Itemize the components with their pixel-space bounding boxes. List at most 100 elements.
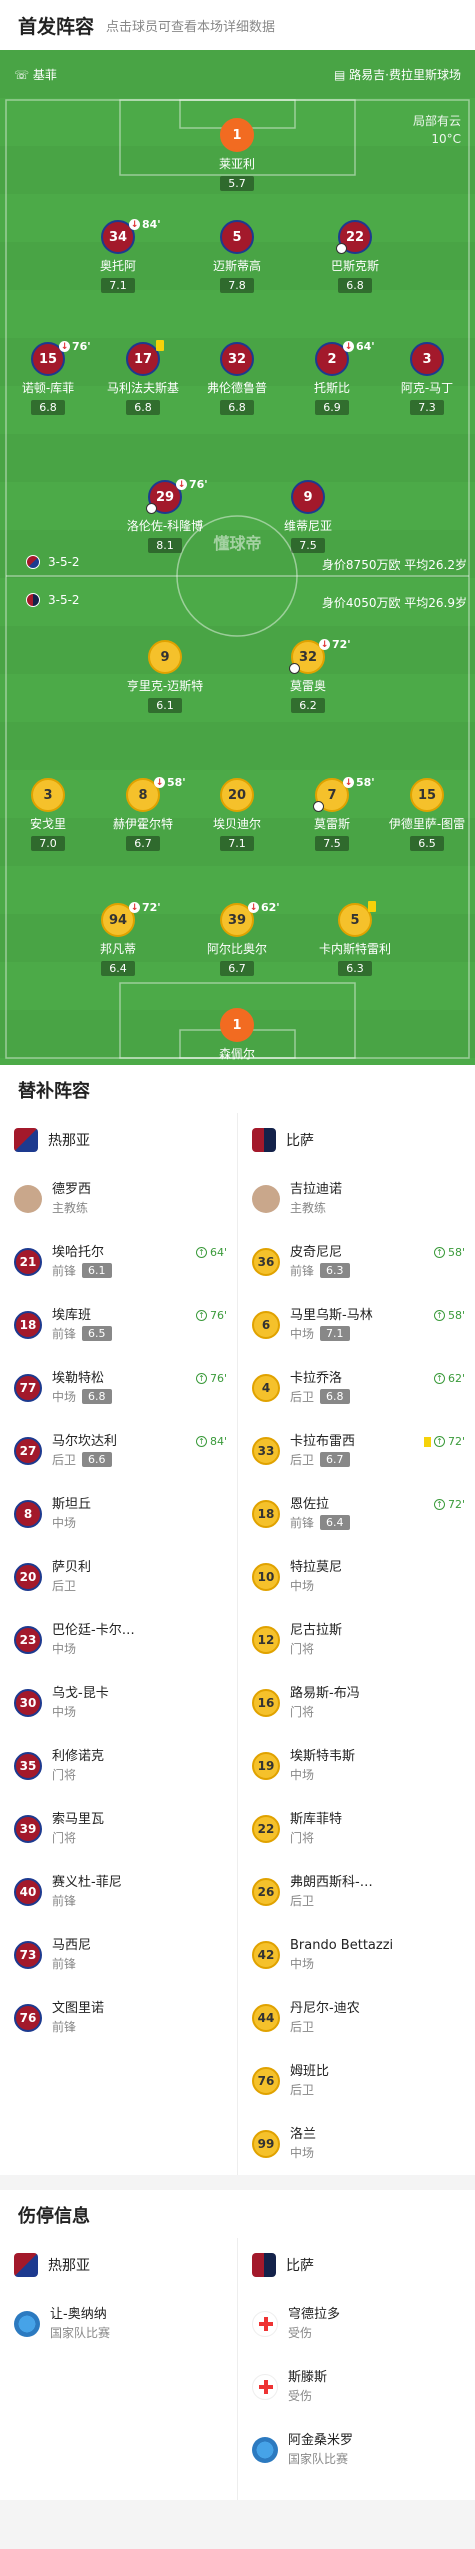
sub-player-row[interactable]: 40 赛义杜-菲尼 前锋	[0, 1860, 237, 1923]
player-rating: 6.9	[315, 400, 349, 415]
sub-player-row[interactable]: 35 利修诺克 门将	[0, 1734, 237, 1797]
player-rating: 6.3	[338, 961, 372, 976]
sub-position: 中场	[52, 1704, 77, 1719]
sub-player-row[interactable]: 30 乌戈-昆卡 中场	[0, 1671, 237, 1734]
sub-player-row[interactable]: 12 尼古拉斯 门将	[238, 1608, 475, 1671]
injury-row[interactable]: 让-奥纳纳 国家队比赛	[0, 2292, 237, 2355]
sub-player-row[interactable]: 22 斯库菲特 门将	[238, 1797, 475, 1860]
home-player[interactable]: 1 莱亚利 5.7	[182, 118, 292, 191]
away-formation: 3-5-2	[26, 593, 80, 607]
sub-number: 40	[14, 1877, 42, 1906]
sub-player-row[interactable]: 8 斯坦丘 中场	[0, 1482, 237, 1545]
home-player[interactable]: 5 迈斯蒂高 7.8	[182, 220, 292, 293]
sub-player-row[interactable]: 76 姆班比 后卫	[238, 2049, 475, 2112]
sub-player-row[interactable]: 6 马里乌斯-马林 中场 7.1 ↑ 58'	[238, 1293, 475, 1356]
player-name: 森佩尔	[218, 1047, 255, 1061]
home-coach[interactable]: 德罗西 主教练	[0, 1167, 237, 1230]
player-name: 伊德里萨-图雷	[388, 817, 466, 831]
sub-player-row[interactable]: 19 埃斯特韦斯 中场	[238, 1734, 475, 1797]
home-player[interactable]: 9 维蒂尼亚 7.5	[253, 480, 363, 553]
sub-player-row[interactable]: 16 路易斯-布冯 门将	[238, 1671, 475, 1734]
injury-row[interactable]: 斯滕斯 受伤	[238, 2355, 475, 2418]
sub-player-row[interactable]: 20 萨贝利 后卫	[0, 1545, 237, 1608]
injury-status: 国家队比赛	[50, 2325, 111, 2340]
away-player[interactable]: 1 森佩尔 ★8.5	[182, 1008, 292, 1065]
sub-number: 42	[252, 1940, 280, 1969]
sub-number: 76	[252, 2066, 280, 2095]
sub-position: 中场	[290, 1956, 315, 1971]
sub-number: 39	[14, 1814, 42, 1843]
shirt-number: 17	[126, 340, 164, 376]
sub-rating: 6.6	[82, 1452, 112, 1467]
sub-out-icon: ↓ 84'	[129, 218, 161, 231]
sub-player-row[interactable]: 36 皮奇尼尼 前锋 6.3 ↑ 58'	[238, 1230, 475, 1293]
home-player[interactable]: 29 ↓ 76' 洛伦佐-科隆博 8.1	[110, 478, 220, 553]
sub-number: 26	[252, 1877, 280, 1906]
away-subs-column: 比萨 吉拉迪诺 主教练 36 皮奇尼尼 前锋 6.3 ↑ 58' 6 马里乌斯-马林 中场…	[238, 1113, 475, 2175]
sub-position: 后卫	[290, 1452, 315, 1467]
sub-player-row[interactable]: 44 丹尼尔-迪农 后卫	[238, 1986, 475, 2049]
sub-player-row[interactable]: 18 恩佐拉 前锋 6.4 ↑ 72'	[238, 1482, 475, 1545]
medical-cross-icon	[252, 2373, 278, 2400]
sub-position: 中场	[290, 2145, 315, 2160]
sub-player-row[interactable]: 18 埃库班 前锋 6.5 ↑ 76'	[0, 1293, 237, 1356]
referee-name: 基菲	[32, 68, 57, 82]
sub-player-row[interactable]: 73 马西尼 前锋	[0, 1923, 237, 1986]
sub-player-row[interactable]: 10 特拉莫尼 中场	[238, 1545, 475, 1608]
sub-position: 后卫	[290, 1893, 315, 1908]
sub-player-row[interactable]: 4 卡拉乔洛 后卫 6.8 ↑ 62'	[238, 1356, 475, 1419]
sub-player-row[interactable]: 26 弗朗西斯科-… 后卫	[238, 1860, 475, 1923]
injury-row[interactable]: 穹德拉多 受伤	[238, 2292, 475, 2355]
sub-player-row[interactable]: 99 洛兰 中场	[238, 2112, 475, 2175]
sub-position: 后卫	[52, 1452, 77, 1467]
home-player[interactable]: 32 弗伦德鲁普 6.8	[182, 342, 292, 415]
injury-row[interactable]: 阿金桑米罗 国家队比赛	[238, 2418, 475, 2481]
player-name: 巴斯克斯	[330, 259, 379, 273]
sub-player-row[interactable]: 39 索马里瓦 门将	[0, 1797, 237, 1860]
home-player[interactable]: 34 ↓ 84' 奥托阿 7.1	[63, 218, 173, 293]
sub-player-row[interactable]: 42 Brando Bettazzi 中场	[238, 1923, 475, 1986]
sub-name: 斯库菲特	[290, 1811, 343, 1827]
away-player[interactable]: 5 卡内斯特雷利 6.3	[300, 901, 410, 976]
sub-number: 73	[14, 1940, 42, 1969]
shirt-number: 39 ↓ 62'	[220, 901, 280, 937]
home-player[interactable]: 3 阿克-马丁 7.3	[372, 342, 475, 415]
sub-player-row[interactable]: 27 马尔坎达利 后卫 6.6 ↑ 84'	[0, 1419, 237, 1482]
sub-in-icon: ↑	[433, 1373, 445, 1384]
away-player[interactable]: 9 亨里克-迈斯特 6.1	[110, 640, 220, 713]
coach-role: 主教练	[290, 1200, 327, 1215]
injury-status: 受伤	[288, 2325, 313, 2340]
home-injury-team-header: 热那亚	[0, 2238, 237, 2292]
injury-status: 受伤	[288, 2388, 313, 2403]
away-player[interactable]: 20 埃贝迪尔 7.1	[182, 778, 292, 851]
away-player[interactable]: 39 ↓ 62' 阿尔比奥尔 6.7	[182, 901, 292, 976]
away-team-name: 比萨	[286, 1133, 314, 1149]
goal-ball-icon	[336, 243, 347, 254]
shirt-number: 7 ↓ 58'	[313, 776, 375, 812]
away-coach[interactable]: 吉拉迪诺 主教练	[238, 1167, 475, 1230]
sub-player-row[interactable]: 77 埃勒特松 中场 6.8 ↑ 76'	[0, 1356, 237, 1419]
away-player[interactable]: 7 ↓ 58' 莫雷斯 7.5	[277, 776, 387, 851]
player-rating: 7.0	[31, 836, 65, 851]
sub-player-row[interactable]: 33 卡拉布雷西 后卫 6.7 ↑ 72'	[238, 1419, 475, 1482]
sub-number: 44	[252, 2003, 280, 2032]
shirt-number: 32 ↓ 72'	[289, 638, 351, 674]
sub-position: 中场	[290, 1578, 315, 1593]
sub-player-row[interactable]: 21 埃哈托尔 前锋 6.1 ↑ 64'	[0, 1230, 237, 1293]
home-player[interactable]: 22 巴斯克斯 6.8	[300, 220, 410, 293]
away-player[interactable]: 15 伊德里萨-图雷 6.5	[372, 778, 475, 851]
coach-role: 主教练	[52, 1200, 89, 1215]
shirt-number: 9	[291, 480, 325, 514]
sub-name: 皮奇尼尼	[290, 1244, 343, 1260]
player-name: 亨里克-迈斯特	[126, 679, 204, 693]
home-player[interactable]: 2 ↓ 64' 托斯比 6.9	[277, 340, 387, 415]
shirt-number: 1	[220, 118, 254, 152]
sub-player-row[interactable]: 23 巴伦廷-卡尔… 中场	[0, 1608, 237, 1671]
away-player[interactable]: 94 ↓ 72' 邦凡蒂 6.4	[63, 901, 173, 976]
away-player[interactable]: 32 ↓ 72' 莫雷奥 6.2	[253, 638, 363, 713]
sub-position: 门将	[290, 1830, 315, 1845]
player-rating: 7.5	[291, 538, 325, 553]
sub-name: 巴伦廷-卡尔…	[52, 1622, 135, 1638]
away-injuries-column: 比萨 穹德拉多 受伤 斯滕斯 受伤 阿金桑米罗 国家队比赛	[238, 2238, 475, 2481]
sub-player-row[interactable]: 76 文图里诺 前锋	[0, 1986, 237, 2049]
